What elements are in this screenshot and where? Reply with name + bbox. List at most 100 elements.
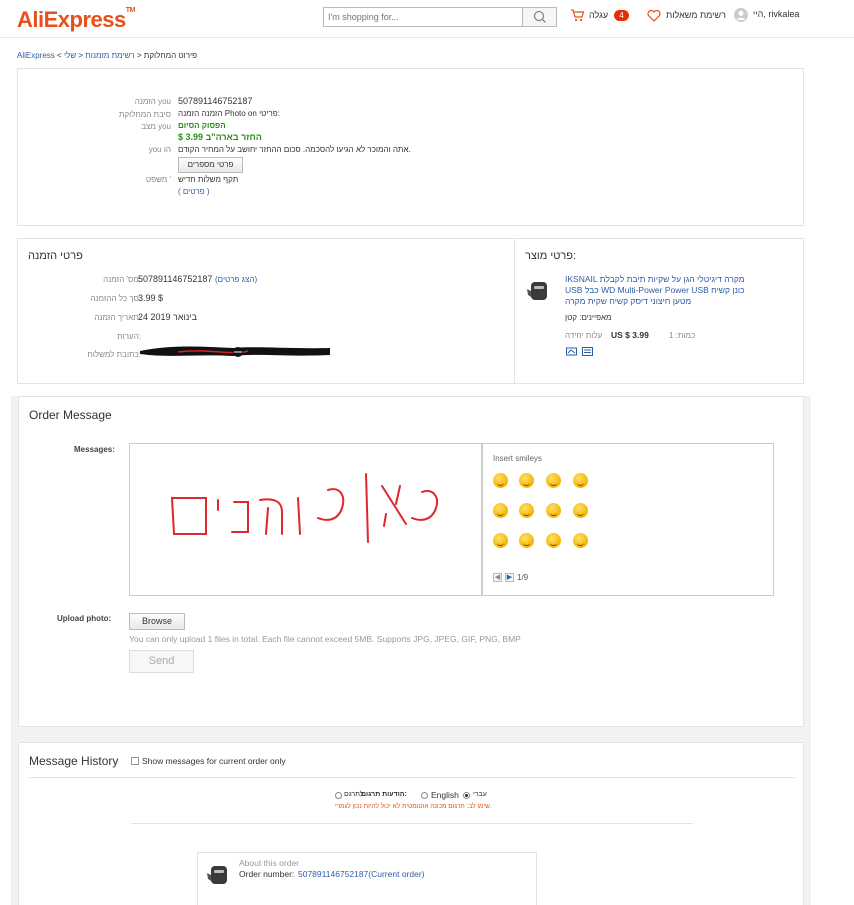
lang-radio-english[interactable] — [421, 792, 428, 799]
breadcrumb-home[interactable]: AliExpress — [17, 51, 55, 60]
product-price: US $ 3.99 — [611, 330, 649, 340]
breadcrumb-mine[interactable]: שלי — [64, 51, 76, 60]
product-details-title: פרטי מוצר: — [525, 250, 577, 262]
order-and-product-panel: פרטי הזמנה מס' הזמנה: 507891146752187 (ה… — [17, 238, 804, 384]
dispute-details-button[interactable]: פרטי מספרים — [178, 157, 243, 173]
user-avatar-icon — [734, 8, 748, 22]
cart-link[interactable]: עגלה 4 — [570, 9, 632, 25]
about-order-label: About this order — [239, 858, 300, 868]
dispute-status-value: הפסוק הסיום — [178, 121, 226, 130]
smileys-next-icon[interactable]: ▶ — [505, 573, 514, 582]
smileys-panel: Insert smileys ◀ ▶ 1/9 — [482, 443, 774, 596]
current-order-only-label: Show messages for current order only — [142, 756, 286, 766]
smiley-tongue-icon[interactable] — [546, 473, 561, 488]
history-divider — [29, 777, 795, 778]
dispute-order-label: הזמנה you — [134, 97, 171, 106]
product-name-line1[interactable]: IKSNAIL מקרה דיגיטלי הגן על שקיות תיבת ל… — [565, 274, 745, 284]
dispute-you-value: אתה והמוכר לא הגיעו להסכמה. סכום ההחזר י… — [178, 145, 411, 154]
dispute-reason-value: הזמנה הזמנה Photo on פריטי: — [178, 109, 280, 118]
smiley-grin-icon[interactable] — [573, 503, 588, 518]
lang-label: הודעות תרגום: — [361, 791, 407, 798]
smiley-happy-icon[interactable] — [493, 473, 508, 488]
dispute-wording-label: משפט ' — [145, 175, 171, 184]
search-icon — [533, 10, 546, 23]
snapshot-icon[interactable] — [566, 347, 578, 356]
product-quantity: כמות: 1 — [669, 331, 696, 340]
smileys-page: 1/9 — [517, 573, 529, 582]
message-history-title: Message History — [29, 754, 119, 768]
cart-label: עגלה — [589, 10, 609, 20]
dispute-order-value: 507891146752187 — [178, 96, 253, 106]
search-button[interactable] — [522, 8, 556, 26]
upload-photo-label: Upload photo: — [57, 614, 112, 623]
cart-icon — [571, 9, 584, 22]
dispute-you-label: you הו — [148, 145, 171, 154]
product-thumbnail[interactable] — [526, 279, 550, 303]
logo-text: AliExpress — [17, 7, 126, 32]
order-number-value: 507891146752187 — [138, 274, 213, 284]
lang-radio-hebrew[interactable] — [463, 792, 470, 799]
order-details-title: פרטי הזמנה — [28, 250, 83, 262]
dispute-wording-link[interactable]: ( פרטים ) — [178, 187, 210, 196]
heart-icon — [647, 9, 661, 22]
message-history-panel: Message History Show messages for curren… — [18, 742, 804, 905]
message-textarea[interactable]: כאן כותבים — [129, 443, 482, 596]
smiley-bow-icon[interactable] — [519, 533, 534, 548]
logo-tm: TM — [125, 7, 136, 14]
order-product-thumbnail[interactable] — [206, 863, 230, 887]
dispute-wording-value: תקף משלות חדיש — [178, 175, 239, 184]
browse-button[interactable]: Browse — [129, 613, 185, 630]
order-total-label: סך כל ההזמנה: — [90, 294, 141, 303]
breadcrumb-orders[interactable]: רשימת מזמנות — [85, 51, 134, 60]
send-button[interactable]: Send — [129, 650, 194, 673]
upload-hint: You can only upload 1 files in total. Ea… — [129, 634, 521, 644]
dispute-refund-value: $ החזר בארה"ב 3.99 — [178, 132, 262, 142]
product-name-line2[interactable]: USB כבל WD Multi-Power Power USB כונן קש… — [565, 285, 745, 295]
search-input[interactable] — [324, 8, 524, 26]
smiley-wink-icon[interactable] — [519, 473, 534, 488]
smileys-prev-icon[interactable]: ◀ — [493, 573, 502, 582]
product-attributes: מאפיינים: קטן — [565, 313, 612, 322]
order-message-title: Order Message — [29, 408, 112, 422]
about-order-card: About this order Order number: 507891146… — [197, 852, 537, 905]
detail-doc-icon[interactable] — [582, 347, 594, 356]
lang-option-english: English — [431, 790, 459, 800]
product-name-line3[interactable]: מטען חיצוני דיסק קשיח שקית מקרה — [565, 296, 691, 306]
order-total-value: 3.99 $ — [138, 293, 164, 303]
redacted-address-scribble — [140, 346, 330, 357]
current-order-only-checkbox[interactable] — [131, 757, 139, 765]
wishlist-label: רשימת משאלות — [666, 10, 726, 20]
order-view-details-link[interactable]: (הצג פרטים) — [215, 275, 257, 284]
smiley-blush-icon[interactable] — [546, 503, 561, 518]
about-order-number-link[interactable]: 507891146752187(Current order) — [298, 869, 425, 879]
search-box — [323, 7, 557, 27]
order-number-label: מס' הזמנה: — [103, 275, 141, 284]
shipping-address-label: כתובת למשלוח: — [87, 350, 142, 359]
breadcrumb-current: פירוט המחלוקת — [143, 51, 197, 60]
cart-count-badge: 4 — [614, 10, 629, 21]
smileys-title: Insert smileys — [493, 454, 542, 463]
smiley-laugh-icon[interactable] — [573, 473, 588, 488]
smiley-cry-icon[interactable] — [493, 503, 508, 518]
history-divider-2 — [131, 823, 693, 824]
product-unit-label: עלות יחידה — [565, 331, 603, 340]
aliexpress-logo[interactable]: AliExpressTM — [17, 7, 135, 33]
breadcrumb: AliExpress < פירוט המחלוקת < רשימת מזמנו… — [17, 51, 197, 60]
dispute-reason-label: סיבת המחלוקת — [118, 110, 171, 119]
about-order-number-label: Order number: — [239, 869, 295, 879]
dispute-summary-panel: הזמנה you 507891146752187 סיבת המחלוקת ה… — [17, 68, 804, 226]
order-notes-label: הערות: — [117, 332, 141, 341]
smiley-sly-icon[interactable] — [573, 533, 588, 548]
user-menu[interactable]: היי, rivkalea — [734, 8, 810, 24]
user-greeting: היי, rivkalea — [753, 9, 800, 19]
wishlist-link[interactable]: רשימת משאלות — [647, 9, 726, 25]
smiley-angry-icon[interactable] — [519, 503, 534, 518]
order-date-label: תאריך הזמנה: — [94, 313, 141, 322]
lang-radio-translate[interactable] — [335, 792, 342, 799]
messages-label: Messages: — [74, 445, 115, 454]
lang-option-hebrew: עברי — [473, 791, 487, 798]
top-header: AliExpressTM עגלה 4 רשימת משאלות היי, ri… — [0, 0, 854, 38]
smiley-think-icon[interactable] — [493, 533, 508, 548]
order-date-value: 24 בינואר 2019 — [138, 312, 198, 322]
smiley-shy-icon[interactable] — [546, 533, 561, 548]
